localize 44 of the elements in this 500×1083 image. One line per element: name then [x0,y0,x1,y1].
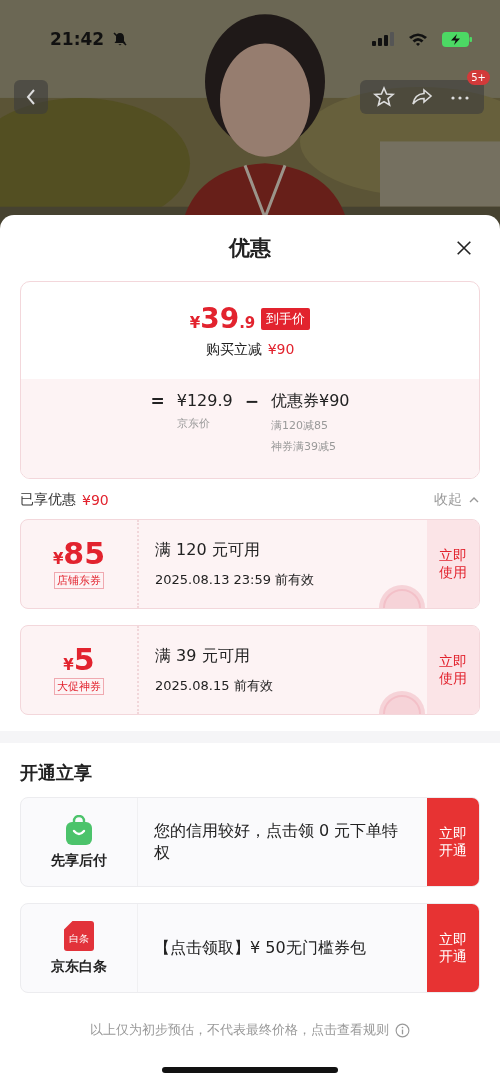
coupon-type-tag: 大促神券 [54,678,104,695]
star-icon[interactable] [372,85,396,109]
section-title: 开通立享 [19,761,93,785]
disclaimer-text[interactable]: 以上仅为初步预估，不代表最终价格，点击查看规则 [90,1021,389,1039]
close-icon[interactable] [455,239,473,257]
back-icon[interactable] [25,87,37,107]
signal-icon [372,32,394,46]
coupon-detail: 神券满39减5 [270,439,337,454]
equals-sign: = [150,391,165,411]
coupon-condition: 满 39 元可用 [155,645,251,667]
coupon-total: 优惠券¥90 [270,391,350,412]
shopping-bag-icon [65,814,93,845]
collapse-toggle[interactable]: 收起 [434,491,480,509]
caret-icon [468,496,480,504]
enjoyed-label: 已享优惠 [20,491,76,509]
coupon-validity: 2025.08.15 前有效 [155,676,274,695]
use-now-button[interactable]: 立即使用 [427,626,479,714]
base-price-label: 京东价 [176,416,211,431]
activate-button[interactable]: 立即开通 [427,798,479,886]
service-name: 先享后付 [51,851,107,870]
price-tag: 到手价 [261,307,311,330]
use-now-button[interactable]: 立即使用 [427,520,479,608]
base-price: ¥129.9 [176,391,233,410]
final-price: ¥39.9 [189,302,256,335]
back-button[interactable] [14,80,48,114]
info-icon[interactable] [395,1022,410,1038]
saving-value: ¥90 [267,341,295,359]
coupon-validity: 2025.08.13 23:59 前有效 [155,570,316,589]
wifi-icon [408,32,428,46]
coupon-condition: 满 120 元可用 [155,539,261,561]
service-name: 京东白条 [51,957,107,976]
saving-label: 购买立减 [205,341,262,359]
coupon-amount: ¥5 [63,645,95,675]
coupon-type-tag: 店铺东券 [54,572,104,589]
service-offer: 【点击领取】¥ 50无门槛券包 [154,936,366,959]
coupon-detail: 满120减85 [270,418,329,433]
coupon-amount: ¥85 [52,539,106,569]
status-time: 21:42 [50,29,105,49]
minus-sign: − [244,391,259,411]
credit-card-icon: 白条 [64,920,94,951]
service-offer: 您的信用较好，点击领 0 元下单特权 [154,819,400,864]
sheet-title: 优惠 [229,235,271,262]
activate-button[interactable]: 立即开通 [427,904,479,992]
enjoyed-value: ¥90 [82,492,109,508]
